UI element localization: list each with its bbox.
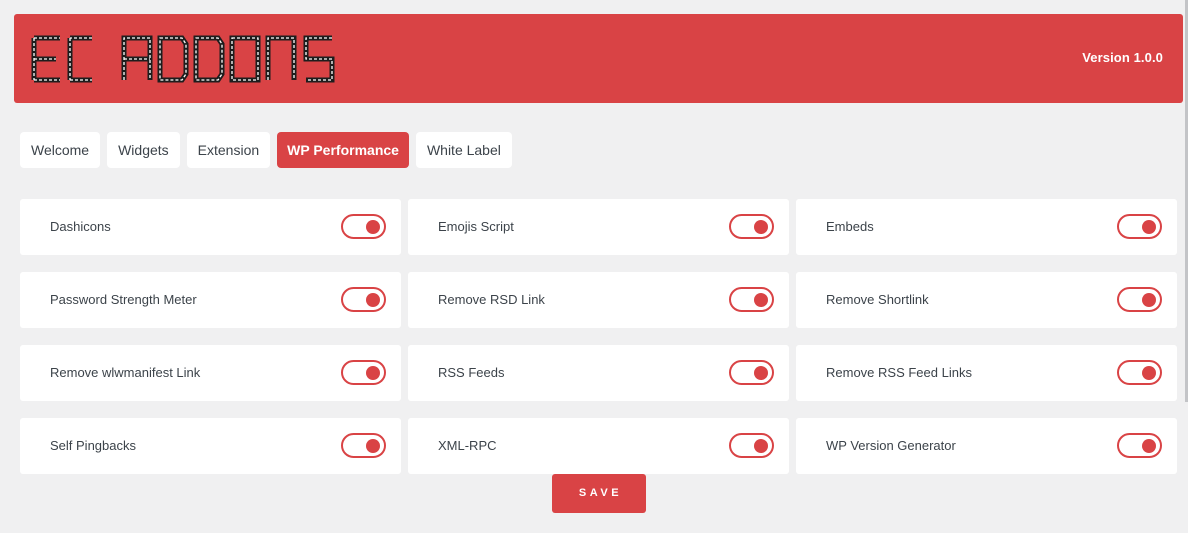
setting-label: WP Version Generator	[826, 438, 956, 453]
setting-card-remove-rss-feed-links: Remove RSS Feed Links	[796, 345, 1177, 401]
self-pingbacks-toggle[interactable]	[341, 433, 386, 458]
toggle-knob	[1142, 219, 1156, 234]
tab-widgets[interactable]: Widgets	[107, 132, 180, 168]
performance-settings-grid: Dashicons Emojis Script Embeds Password …	[20, 199, 1177, 474]
setting-card-self-pingbacks: Self Pingbacks	[20, 418, 401, 474]
toggle-knob	[754, 219, 768, 234]
setting-label: Remove RSS Feed Links	[826, 365, 972, 380]
tab-extension[interactable]: Extension	[186, 132, 271, 168]
toggle-knob	[366, 292, 380, 307]
tab-welcome[interactable]: Welcome	[20, 132, 101, 168]
setting-card-password-strength-meter: Password Strength Meter	[20, 272, 401, 328]
setting-label: Embeds	[826, 219, 874, 234]
setting-label: Remove RSD Link	[438, 292, 545, 307]
setting-label: Dashicons	[50, 219, 111, 234]
setting-label: Remove wlwmanifest Link	[50, 365, 201, 380]
setting-card-remove-rsd-link: Remove RSD Link	[408, 272, 789, 328]
setting-label: RSS Feeds	[438, 365, 505, 380]
setting-label: Remove Shortlink	[826, 292, 929, 307]
setting-card-rss-feeds: RSS Feeds	[408, 345, 789, 401]
setting-label: XML-RPC	[438, 438, 497, 453]
embeds-toggle[interactable]	[1117, 214, 1162, 239]
header-banner: Version 1.0.0	[14, 14, 1183, 103]
tab-wp-performance[interactable]: WP Performance	[277, 132, 409, 168]
toggle-knob	[366, 365, 380, 380]
setting-card-dashicons: Dashicons	[20, 199, 401, 255]
toggle-knob	[1142, 292, 1156, 307]
setting-label: Emojis Script	[438, 219, 514, 234]
setting-card-emojis-script: Emojis Script	[408, 199, 789, 255]
setting-label: Self Pingbacks	[50, 438, 136, 453]
setting-card-embeds: Embeds	[796, 199, 1177, 255]
remove-shortlink-toggle[interactable]	[1117, 287, 1162, 312]
toggle-knob	[1142, 365, 1156, 380]
toggle-knob	[366, 438, 380, 453]
password-strength-meter-toggle[interactable]	[341, 287, 386, 312]
wp-version-generator-toggle[interactable]	[1117, 433, 1162, 458]
setting-card-xml-rpc: XML-RPC	[408, 418, 789, 474]
toggle-knob	[366, 219, 380, 234]
dashicons-toggle[interactable]	[341, 214, 386, 239]
rss-feeds-toggle[interactable]	[729, 360, 774, 385]
toggle-knob	[754, 365, 768, 380]
version-label: Version 1.0.0	[1082, 50, 1163, 65]
remove-wlwmanifest-link-toggle[interactable]	[341, 360, 386, 385]
setting-card-wp-version-generator: WP Version Generator	[796, 418, 1177, 474]
tab-white-label[interactable]: White Label	[415, 132, 512, 168]
setting-card-remove-wlwmanifest-link: Remove wlwmanifest Link	[20, 345, 401, 401]
xml-rpc-toggle[interactable]	[729, 433, 774, 458]
emojis-script-toggle[interactable]	[729, 214, 774, 239]
remove-rss-feed-links-toggle[interactable]	[1117, 360, 1162, 385]
toggle-knob	[754, 438, 768, 453]
save-button[interactable]: SAVE	[552, 474, 646, 513]
settings-tabs: Welcome Widgets Extension WP Performance…	[20, 132, 512, 168]
toggle-knob	[1142, 438, 1156, 453]
toggle-knob	[754, 292, 768, 307]
setting-label: Password Strength Meter	[50, 292, 197, 307]
remove-rsd-link-toggle[interactable]	[729, 287, 774, 312]
setting-card-remove-shortlink: Remove Shortlink	[796, 272, 1177, 328]
brand-logo	[30, 34, 350, 84]
